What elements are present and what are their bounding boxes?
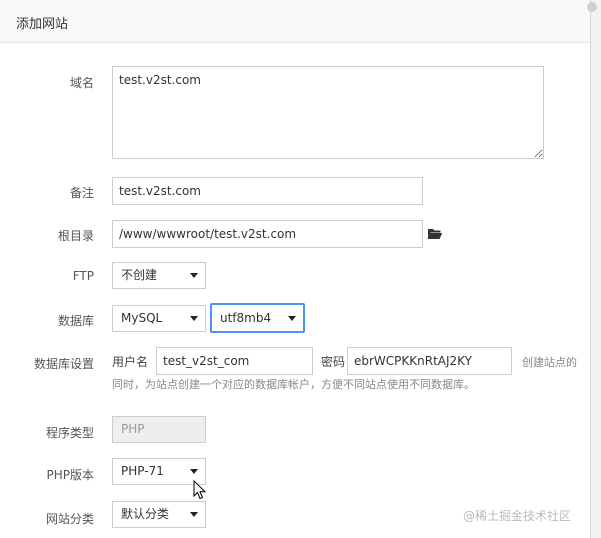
- site-category-select[interactable]: 默认分类: [112, 501, 206, 528]
- database-type-value: MySQL: [121, 311, 163, 325]
- domain-label: 域名: [69, 76, 94, 90]
- chevron-down-icon: [190, 469, 198, 474]
- php-version-select[interactable]: PHP-71: [112, 458, 206, 485]
- database-label: 数据库: [57, 314, 94, 328]
- db-username-input[interactable]: [156, 347, 313, 375]
- chevron-down-icon: [190, 512, 198, 517]
- remark-input[interactable]: [112, 177, 423, 205]
- database-charset-select[interactable]: utf8mb4: [210, 303, 305, 333]
- chevron-down-icon: [190, 316, 198, 321]
- database-type-select[interactable]: MySQL: [112, 305, 206, 332]
- site-category-label: 网站分类: [45, 512, 94, 526]
- password-label: 密码: [321, 355, 346, 369]
- program-type-select: PHP: [112, 416, 206, 443]
- username-label: 用户名: [112, 355, 149, 369]
- close-dot-icon[interactable]: [587, 2, 597, 12]
- program-type-label: 程序类型: [45, 426, 94, 440]
- watermark-text: @稀土掘金技术社区: [463, 509, 572, 523]
- php-version-label: PHP版本: [46, 468, 95, 482]
- root-dir-label: 根目录: [57, 229, 94, 243]
- ftp-select-value: 不创建: [121, 268, 158, 282]
- dialog-title: 添加网站: [16, 17, 69, 32]
- domain-textarea[interactable]: test.v2st.com: [112, 66, 544, 159]
- root-dir-input[interactable]: [112, 220, 423, 248]
- dialog-titlebar: 添加网站: [0, 0, 590, 43]
- database-charset-value: utf8mb4: [220, 311, 272, 325]
- db-hint-tail: 创建站点的: [522, 356, 577, 369]
- folder-open-icon[interactable]: [427, 227, 443, 243]
- db-password-input[interactable]: [347, 347, 512, 375]
- mouse-cursor-icon: [193, 479, 207, 503]
- remark-label: 备注: [69, 186, 94, 200]
- chevron-down-icon: [190, 273, 198, 278]
- php-version-value: PHP-71: [121, 464, 164, 478]
- db-settings-label: 数据库设置: [33, 357, 94, 371]
- site-category-value: 默认分类: [121, 507, 170, 521]
- ftp-select[interactable]: 不创建: [112, 262, 206, 289]
- add-site-dialog: 添加网站 域名 test.v2st.com 备注 根目录 FTP 不创建 数据库…: [0, 0, 591, 538]
- chevron-down-icon: [288, 316, 296, 321]
- db-hint-line2: 同时，为站点创建一个对应的数据库帐户，方便不同站点使用不同数据库。: [112, 378, 475, 391]
- ftp-label: FTP: [72, 269, 94, 283]
- program-type-value: PHP: [121, 422, 145, 436]
